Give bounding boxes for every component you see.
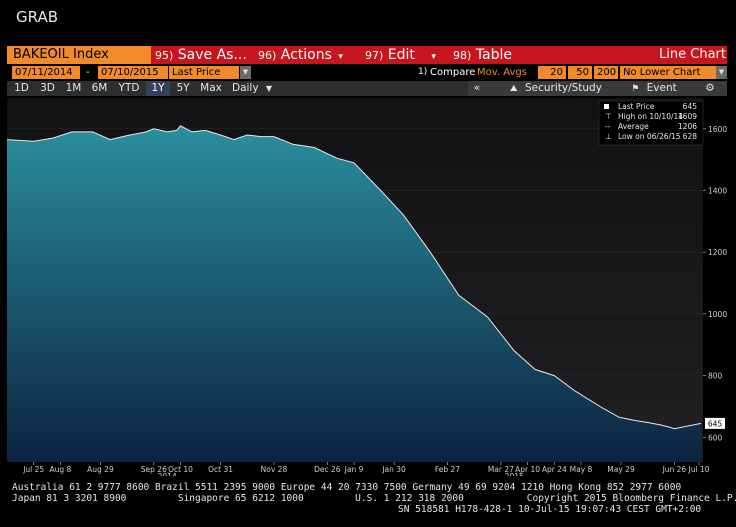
- low-marker-icon: ⊥: [605, 132, 612, 141]
- frequency-select[interactable]: Daily ▼: [228, 81, 278, 96]
- period-1d[interactable]: 1D: [9, 81, 34, 96]
- collapse-button[interactable]: «: [470, 81, 484, 96]
- save-as-num: 95): [155, 49, 174, 62]
- edit-label: Edit: [387, 47, 415, 63]
- start-date-field[interactable]: 07/11/2014: [12, 66, 80, 79]
- y-tick-label: 1000: [708, 310, 727, 319]
- x-tick-label: Oct 31: [208, 465, 233, 474]
- edit-num: 97): [365, 49, 384, 62]
- security-study-label: Security/Study: [524, 82, 602, 94]
- legend-last-price-value: 645: [683, 102, 698, 111]
- price-chart: 1600 1400 1200 1000 800 600 Jul 25 Aug 8 Aug 29…: [7, 98, 727, 476]
- last-value-tag: 645: [705, 417, 725, 429]
- event-label: Event: [646, 82, 677, 94]
- background-band: [7, 113, 703, 129]
- x-tick-label: Jan 9: [344, 465, 364, 474]
- edit-dropdown-icon: ▾: [431, 52, 436, 62]
- end-date-field[interactable]: 07/10/2015: [98, 66, 168, 79]
- footer-session-line: SN 518581 H178-428-1 10-Jul-15 19:07:43 …: [398, 504, 702, 515]
- compare-num: 1): [418, 67, 428, 77]
- settings-gear-icon[interactable]: ⚙: [700, 81, 720, 96]
- high-marker-icon: ⊤: [605, 112, 612, 121]
- background-band: [7, 98, 703, 114]
- chart-type-label[interactable]: Line Chart: [659, 46, 726, 64]
- period-5y[interactable]: 5Y: [171, 81, 195, 96]
- flag-icon: ⚑: [631, 84, 640, 94]
- legend-low-label: Low on 06/26/15: [618, 132, 681, 141]
- y-axis-strip: [703, 98, 727, 462]
- legend-low-value: 628: [683, 132, 698, 141]
- window-title: GRAB: [16, 8, 58, 26]
- legend-average-value: 1206: [678, 122, 697, 131]
- last-value-label: 645: [708, 419, 723, 428]
- period-ytd[interactable]: YTD: [113, 81, 145, 96]
- date-dash: -: [86, 67, 90, 78]
- compare-button[interactable]: Compare: [430, 66, 475, 79]
- footer-contacts-line-2: Japan 81 3 3201 8900 Singapore 65 6212 1…: [12, 493, 736, 504]
- y-tick-label: 1600: [708, 125, 727, 134]
- table-label: Table: [475, 47, 512, 63]
- average-marker-icon: --: [605, 122, 611, 131]
- x-tick-label: Aug 8: [49, 465, 71, 474]
- x-tick-label: Aug 29: [87, 465, 114, 474]
- period-3d[interactable]: 3D: [35, 81, 60, 96]
- y-tick-label: 800: [708, 372, 723, 381]
- ticker-field[interactable]: BAKEOIL Index: [7, 46, 151, 64]
- x-year-label: 2015: [505, 472, 524, 476]
- x-tick-label: Jul 10: [688, 465, 710, 474]
- lower-chart-dropdown-icon[interactable]: ▼: [716, 66, 727, 79]
- lower-chart-select[interactable]: No Lower Chart: [620, 66, 716, 79]
- x-tick-label: May 8: [570, 465, 593, 474]
- frequency-dropdown-icon: ▼: [265, 84, 273, 93]
- field-select[interactable]: Last Price: [169, 66, 239, 79]
- y-tick-label: 600: [708, 433, 723, 442]
- ma-1-field[interactable]: 20: [538, 66, 566, 79]
- actions-label: Actions: [280, 47, 332, 63]
- y-tick-label: 1400: [708, 187, 727, 196]
- x-tick-label: Apr 24: [542, 465, 567, 474]
- legend-average-label: Average: [618, 122, 649, 131]
- period-1y[interactable]: 1Y: [146, 81, 170, 96]
- legend-last-price-label: Last Price: [618, 102, 655, 111]
- legend-high-value: 1609: [678, 112, 697, 121]
- chart-legend: Last Price 645 ⊤ High on 10/10/14 1609 -…: [598, 100, 704, 146]
- ma-3-field[interactable]: 200: [594, 66, 618, 79]
- mov-avgs-label[interactable]: Mov. Avgs: [477, 66, 527, 79]
- actions-button[interactable]: 96) Actions ▾: [258, 46, 343, 64]
- table-num: 98): [453, 49, 472, 62]
- x-tick-label: Jul 25: [22, 465, 44, 474]
- x-tick-label: Feb 27: [435, 465, 460, 474]
- field-dropdown-icon[interactable]: ▼: [240, 66, 251, 79]
- period-6m[interactable]: 6M: [87, 81, 112, 96]
- x-tick-label: May 29: [607, 465, 635, 474]
- x-tick-label: Jun 26: [662, 465, 687, 474]
- study-icon: ⛰: [510, 84, 518, 94]
- frequency-label: Daily: [232, 82, 259, 94]
- event-button[interactable]: ⚑ Event: [624, 81, 684, 96]
- x-tick-label: Dec 26: [314, 465, 341, 474]
- save-as-button[interactable]: 95) Save As...: [155, 46, 247, 64]
- y-tick-label: 1200: [708, 248, 727, 257]
- legend-high-label: High on 10/10/14: [618, 112, 683, 121]
- x-tick-label: Jan 30: [381, 465, 406, 474]
- table-button[interactable]: 98) Table: [453, 46, 512, 64]
- actions-num: 96): [258, 49, 277, 62]
- edit-button[interactable]: 97) Edit ▾: [365, 46, 436, 64]
- x-tick-label: Nov 28: [261, 465, 288, 474]
- footer-contacts-line-1: Australia 61 2 9777 8600 Brazil 5511 239…: [12, 482, 682, 493]
- period-1m[interactable]: 1M: [61, 81, 86, 96]
- ma-2-field[interactable]: 50: [568, 66, 592, 79]
- actions-dropdown-icon: ▾: [338, 52, 343, 62]
- security-study-button[interactable]: ⛰ Security/Study: [500, 81, 612, 96]
- save-as-label: Save As...: [177, 47, 247, 63]
- period-max[interactable]: Max: [196, 81, 226, 96]
- x-year-label: 2014: [158, 472, 177, 476]
- last-price-swatch: [604, 104, 609, 109]
